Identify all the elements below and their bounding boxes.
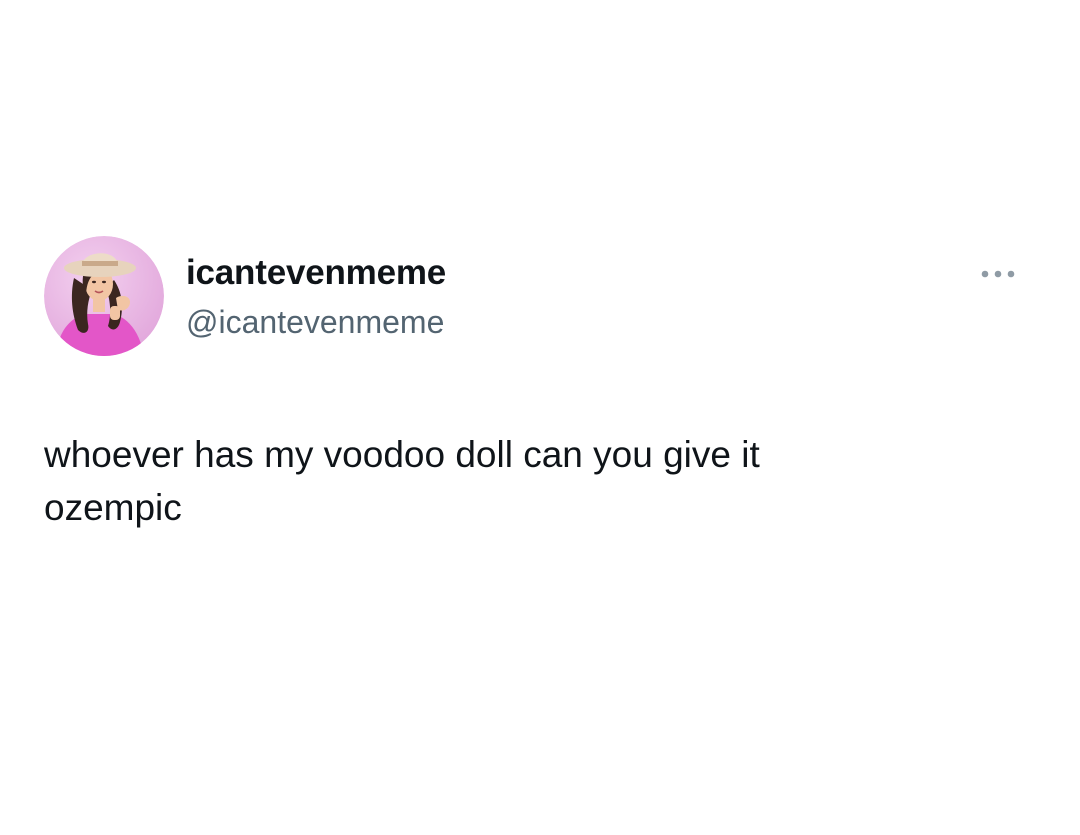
more-options-button[interactable] [974,262,1022,286]
avatar-illustration-icon [44,236,164,356]
avatar[interactable] [44,236,164,356]
tweet-text: whoever has my voodoo doll can you give … [44,434,760,528]
tweet-header: icantevenmeme @icantevenmeme [44,236,1036,360]
author-names: icantevenmeme @icantevenmeme [186,252,446,342]
user-handle[interactable]: @icantevenmeme [186,302,446,342]
more-options-icon [981,270,1015,278]
display-name[interactable]: icantevenmeme [186,252,446,294]
tweet-card: icantevenmeme @icantevenmeme whoever has… [0,0,1080,835]
